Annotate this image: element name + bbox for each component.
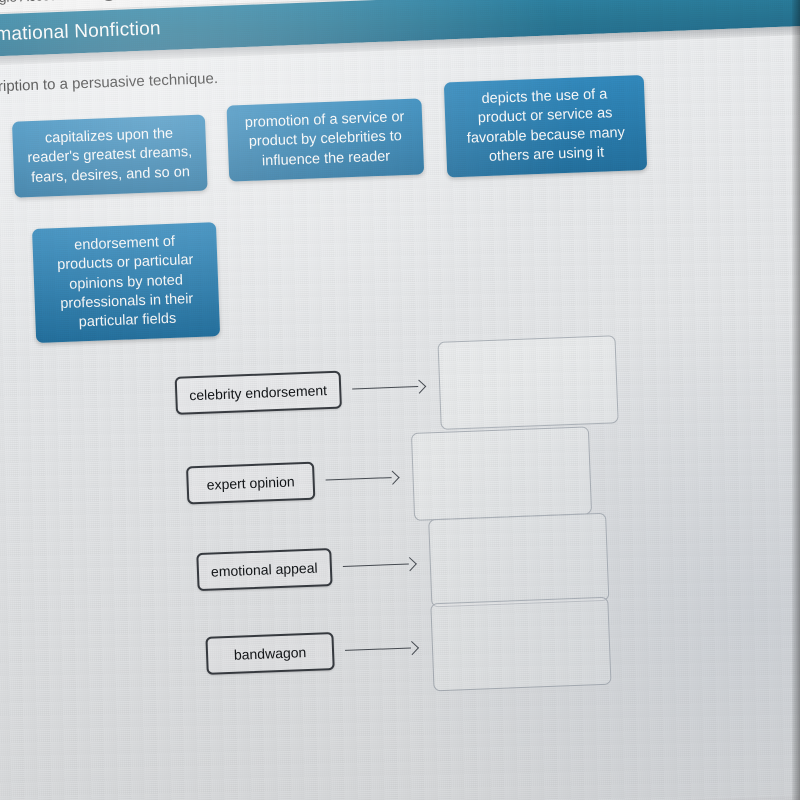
bookmark-label: Google Accounts: [0, 0, 76, 6]
monitor-screen: y/ua/la/launch/48960402/ Welcome to the …: [0, 0, 800, 800]
answer-tile-celebrity-endorsement[interactable]: promotion of a service or product by cel…: [226, 98, 425, 182]
photo-of-monitor-scene: y/ua/la/launch/48960402/ Welcome to the …: [0, 0, 800, 800]
answer-tile-emotional-appeal[interactable]: capitalizes upon the reader's greatest d…: [11, 114, 208, 198]
dropzone-celebrity-endorsement[interactable]: [437, 335, 619, 430]
term-bandwagon[interactable]: bandwagon: [205, 632, 335, 675]
circle-icon: −: [101, 0, 117, 2]
bookmark-google-accounts[interactable]: Google Accounts: [0, 0, 76, 6]
monitor-bezel-right: [792, 0, 800, 800]
term-celebrity-endorsement[interactable]: celebrity endorsement: [174, 370, 342, 415]
instruction-text: escription to a persuasive technique.: [0, 69, 219, 97]
lesson-content: escription to a persuasive technique. ca…: [0, 32, 800, 800]
arrow-right-icon: [352, 379, 428, 396]
bookmark-abc-usd[interactable]: − ABC USD: [101, 0, 184, 2]
arrow-right-icon: [325, 470, 401, 487]
page-title: formational Nonfiction: [0, 18, 162, 47]
dropzone-emotional-appeal[interactable]: [427, 512, 609, 608]
match-row: celebrity endorsement: [174, 334, 619, 441]
arrow-right-icon: [342, 557, 418, 574]
arrow-right-icon: [345, 641, 421, 658]
dropzone-expert-opinion[interactable]: [410, 426, 593, 521]
answer-tile-bandwagon[interactable]: depicts the use of a product or service …: [443, 75, 648, 178]
term-emotional-appeal[interactable]: emotional appeal: [196, 548, 333, 592]
term-expert-opinion[interactable]: expert opinion: [186, 461, 316, 505]
match-row: bandwagon: [204, 596, 612, 701]
answer-tile-expert-opinion[interactable]: endorsement of products or particular op…: [31, 222, 221, 344]
dropzone-bandwagon[interactable]: [430, 596, 612, 692]
